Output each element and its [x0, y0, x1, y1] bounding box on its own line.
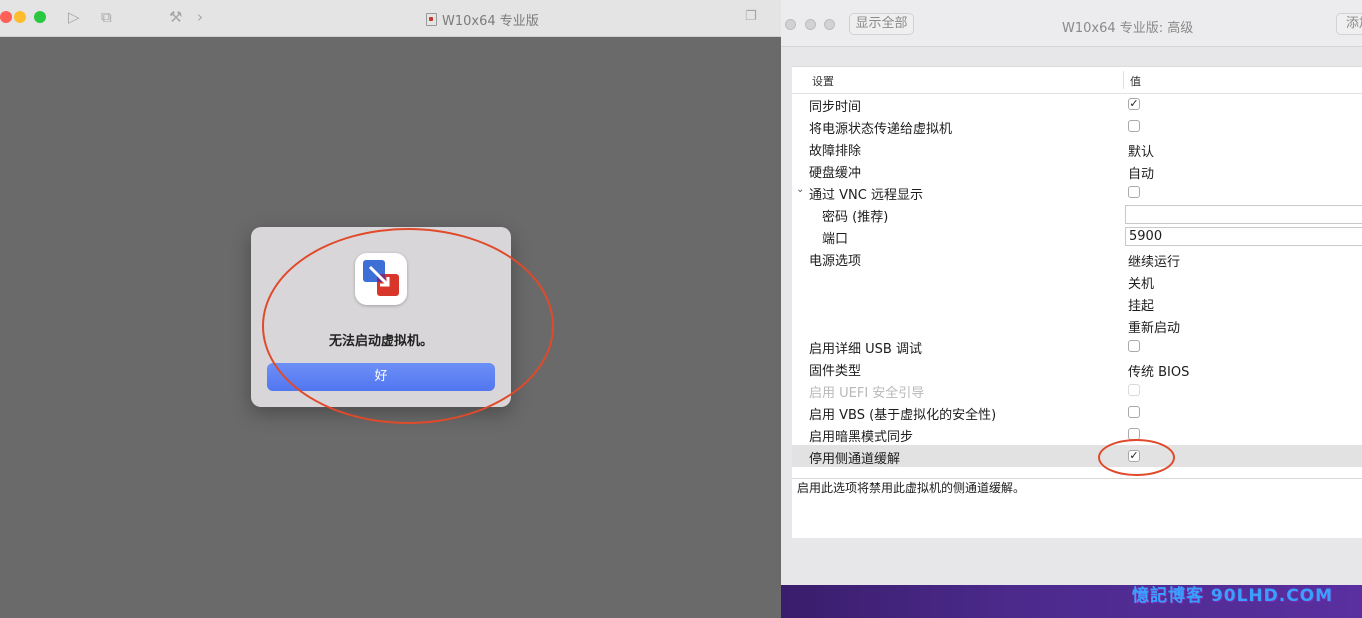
setting-label: 停用侧通道缓解 — [809, 452, 901, 467]
vnc-port-field[interactable]: 5900 — [1125, 227, 1362, 246]
settings-toolbar: 显示全部 W10x64 专业版: 高级 添加 — [781, 0, 1362, 47]
minimize-window-button[interactable] — [14, 11, 26, 23]
firmware-type-value[interactable]: 传统 BIOS — [1128, 361, 1189, 380]
vnc-checkbox[interactable] — [1128, 186, 1140, 198]
setting-label: 启用详细 USB 调试 — [809, 342, 922, 357]
advanced-settings-table: 设置 值 同步时间 ✓ 将电源状态传递给虚拟机 故障排除 默认 硬盘缓冲 自动 … — [792, 66, 1362, 538]
setting-description: 启用此选项将禁用此虚拟机的侧通道缓解。 — [797, 481, 1026, 495]
setting-row-usb-debug[interactable]: 启用详细 USB 调试 — [792, 335, 1362, 357]
column-divider[interactable] — [1123, 71, 1124, 89]
play-icon[interactable]: ▷ — [68, 9, 80, 25]
annotation-circle-alert — [262, 228, 554, 424]
wrench-icon[interactable]: ⚒ — [169, 9, 182, 25]
setting-row-pass-power-status[interactable]: 将电源状态传递给虚拟机 — [792, 115, 1362, 137]
annotation-circle-checkbox — [1098, 439, 1175, 476]
uefi-secure-boot-checkbox — [1128, 384, 1140, 396]
usb-debug-checkbox[interactable] — [1128, 340, 1140, 352]
setting-label: 硬盘缓冲 — [809, 166, 862, 181]
setting-label: 将电源状态传递给虚拟机 — [809, 122, 953, 137]
troubleshooting-value[interactable]: 默认 — [1128, 141, 1154, 160]
setting-row-power-restart[interactable]: 重新启动 — [792, 313, 1362, 336]
setting-row-sync-time[interactable]: 同步时间 ✓ — [792, 93, 1362, 115]
setting-label: 电源选项 — [809, 254, 862, 269]
power-option-restart[interactable]: 重新启动 — [1128, 317, 1180, 336]
table-header: 设置 值 — [792, 67, 1362, 94]
restore-icon[interactable]: ❐ — [745, 9, 757, 25]
chevron-down-icon[interactable]: ⌄ — [796, 184, 804, 195]
document-icon — [426, 13, 437, 26]
add-button[interactable]: 添加 — [1336, 13, 1362, 35]
setting-row-side-channel-mitigations[interactable]: 停用侧通道缓解 ✓ — [792, 445, 1362, 467]
setting-row-vbs[interactable]: 启用 VBS (基于虚拟化的安全性) — [792, 401, 1362, 423]
setting-row-vnc-password[interactable]: 密码 (推荐) — [792, 203, 1362, 225]
vm-toolbar: ▷ ⧉ ⚒ › W10x64 专业版 ❐ — [0, 0, 781, 37]
setting-label: 启用暗黑模式同步 — [809, 430, 914, 445]
pass-power-status-checkbox[interactable] — [1128, 120, 1140, 132]
setting-row-uefi-secure-boot: 启用 UEFI 安全引导 — [792, 379, 1362, 401]
chevron-right-icon[interactable]: › — [197, 9, 203, 25]
settings-window: 显示全部 W10x64 专业版: 高级 添加 设置 值 同步时间 ✓ 将电源状态… — [781, 0, 1362, 618]
setting-label: 固件类型 — [809, 364, 862, 379]
setting-label: 通过 VNC 远程显示 — [809, 188, 923, 203]
power-option-continue[interactable]: 继续运行 — [1128, 251, 1180, 270]
setting-row-vnc-port[interactable]: 端口 5900 — [792, 225, 1362, 247]
close-window-button[interactable] — [785, 19, 796, 30]
power-option-suspend[interactable]: 挂起 — [1128, 295, 1154, 314]
setting-label: 同步时间 — [809, 100, 862, 115]
setting-row-firmware-type[interactable]: 固件类型 传统 BIOS — [792, 357, 1362, 380]
setting-row-power-options[interactable]: 电源选项 继续运行 — [792, 247, 1362, 270]
setting-label: 故障排除 — [809, 144, 862, 159]
disk-cache-value[interactable]: 自动 — [1128, 163, 1154, 182]
vnc-password-field[interactable] — [1125, 205, 1362, 224]
setting-row-vnc[interactable]: ⌄ 通过 VNC 远程显示 — [792, 181, 1362, 203]
vm-window-title: W10x64 专业版 — [426, 10, 539, 29]
setting-label: 启用 UEFI 安全引导 — [809, 386, 925, 401]
setting-label: 密码 (推荐) — [822, 210, 889, 225]
setting-row-troubleshooting[interactable]: 故障排除 默认 — [792, 137, 1362, 160]
minimize-window-button[interactable] — [805, 19, 816, 30]
show-all-button[interactable]: 显示全部 — [849, 13, 914, 35]
snapshot-icon[interactable]: ⧉ — [101, 9, 112, 25]
setting-row-disk-cache[interactable]: 硬盘缓冲 自动 — [792, 159, 1362, 182]
column-header-value[interactable]: 值 — [1130, 73, 1141, 89]
watermark: 憶記博客 90LHD.COM — [1132, 586, 1334, 606]
power-option-shutdown[interactable]: 关机 — [1128, 273, 1154, 292]
setting-label: 启用 VBS (基于虚拟化的安全性) — [809, 408, 997, 423]
zoom-window-button[interactable] — [824, 19, 835, 30]
zoom-window-button[interactable] — [34, 11, 46, 23]
settings-window-title: W10x64 专业版: 高级 — [1062, 21, 1194, 36]
sync-time-checkbox[interactable]: ✓ — [1128, 98, 1140, 110]
setting-label: 端口 — [822, 232, 849, 247]
setting-row-power-suspend[interactable]: 挂起 — [792, 291, 1362, 314]
vbs-checkbox[interactable] — [1128, 406, 1140, 418]
close-window-button[interactable] — [0, 11, 12, 23]
setting-row-power-shutdown[interactable]: 关机 — [792, 269, 1362, 292]
setting-row-dark-mode-sync[interactable]: 启用暗黑模式同步 — [792, 423, 1362, 445]
column-header-setting[interactable]: 设置 — [812, 73, 834, 89]
description-area: 启用此选项将禁用此虚拟机的侧通道缓解。 — [792, 478, 1362, 538]
